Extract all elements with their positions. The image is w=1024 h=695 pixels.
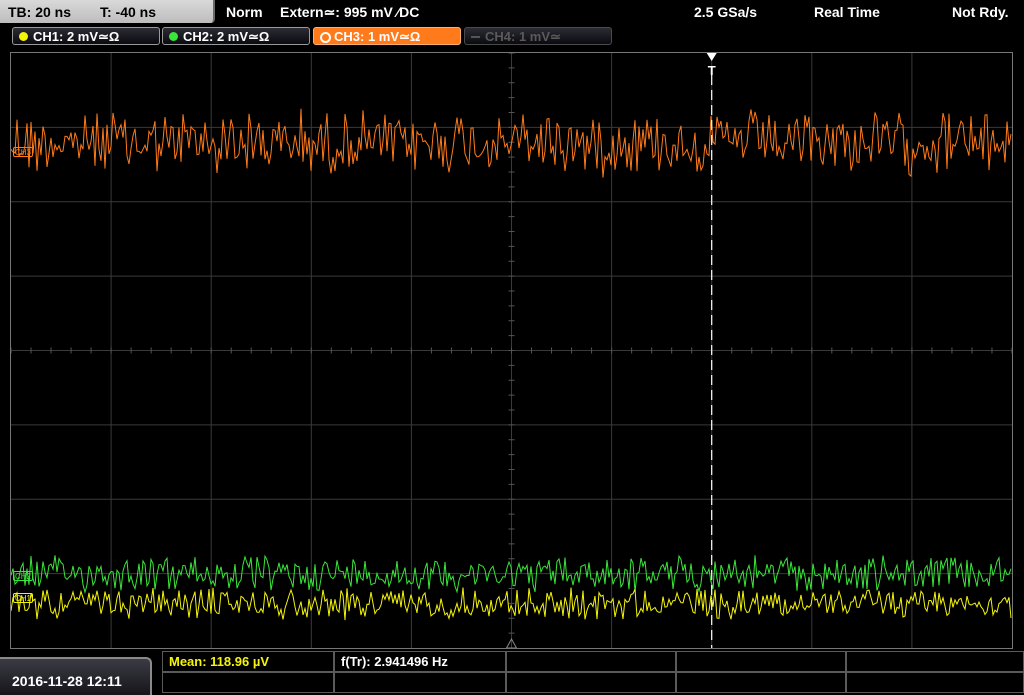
channel-tab-ch1[interactable]: CH1: 2 mV≃Ω (12, 27, 160, 45)
measurement-slot-empty[interactable] (506, 672, 676, 693)
trigger-mode[interactable]: Norm (226, 4, 263, 20)
measurement-panel: Mean: 118.96 µV f(Tr): 2.941496 Hz (162, 651, 1024, 695)
timebase-panel[interactable]: TB: 20 ns T: -40 ns (0, 0, 215, 23)
channel-tab-ch2[interactable]: CH2: 2 mV≃Ω (162, 27, 310, 45)
measurement-frequency-value: f(Tr): 2.941496 Hz (341, 654, 448, 669)
channel-tab-label: CH1: 2 mV≃Ω (33, 29, 120, 44)
measurement-slot-empty[interactable] (846, 651, 1024, 672)
measurement-slot-empty[interactable] (676, 651, 846, 672)
measurement-slot-empty[interactable] (506, 651, 676, 672)
waveform-display[interactable]: T CH3 CH2 CH1 (10, 52, 1013, 649)
bottom-bar: 2016-11-28 12:11 Mean: 118.96 µV f(Tr): … (0, 651, 1024, 695)
measurement-frequency[interactable]: f(Tr): 2.941496 Hz (334, 651, 506, 672)
status-bar: TB: 20 ns T: -40 ns Norm Extern≃: 995 mV… (0, 0, 1024, 24)
channel-bar: CH1: 2 mV≃Ω CH2: 2 mV≃Ω CH3: 1 mV≃Ω CH4:… (0, 26, 1024, 48)
channel-color-dot (19, 32, 28, 41)
channel-marker-ch2[interactable]: CH2 (13, 571, 33, 581)
channel-tab-label: CH3: 1 mV≃Ω (334, 29, 421, 44)
channel-color-dot (169, 32, 178, 41)
measurement-slot-empty[interactable] (676, 672, 846, 693)
channel-tab-label: CH4: 1 mV≃ (485, 29, 561, 44)
channel-marker-ch3[interactable]: CH3 (13, 147, 33, 157)
channel-tab-ch4[interactable]: CH4: 1 mV≃ (464, 27, 612, 45)
trigger-source[interactable]: Extern≃: 995 mV ∕DC (280, 4, 419, 21)
measurement-slot-empty[interactable] (846, 672, 1024, 693)
acquisition-status: Not Rdy. (952, 4, 1009, 20)
date-time: 2016-11-28 12:11 (12, 673, 122, 689)
acquisition-mode: Real Time (814, 4, 880, 20)
channel-tab-ch3[interactable]: CH3: 1 mV≃Ω (313, 27, 461, 45)
trigger-time-value: T: -40 ns (100, 4, 157, 20)
graticule: T (11, 53, 1012, 648)
trigger-position-arrow-icon (706, 53, 717, 61)
channel-tab-label: CH2: 2 mV≃Ω (183, 29, 270, 44)
trigger-marker-label: T (708, 63, 716, 78)
channel-color-dot (471, 36, 480, 38)
timebase-value: TB: 20 ns (8, 4, 72, 20)
measurement-mean[interactable]: Mean: 118.96 µV (162, 651, 334, 672)
measurement-mean-value: Mean: 118.96 µV (169, 654, 269, 669)
channel-color-dot (320, 32, 331, 43)
channel-marker-ch1[interactable]: CH1 (13, 593, 33, 603)
measurement-slot-empty[interactable] (162, 672, 334, 693)
measurement-slot-empty[interactable] (334, 672, 506, 693)
sample-rate: 2.5 GSa/s (694, 4, 758, 20)
date-time-panel[interactable]: 2016-11-28 12:11 (0, 657, 152, 695)
